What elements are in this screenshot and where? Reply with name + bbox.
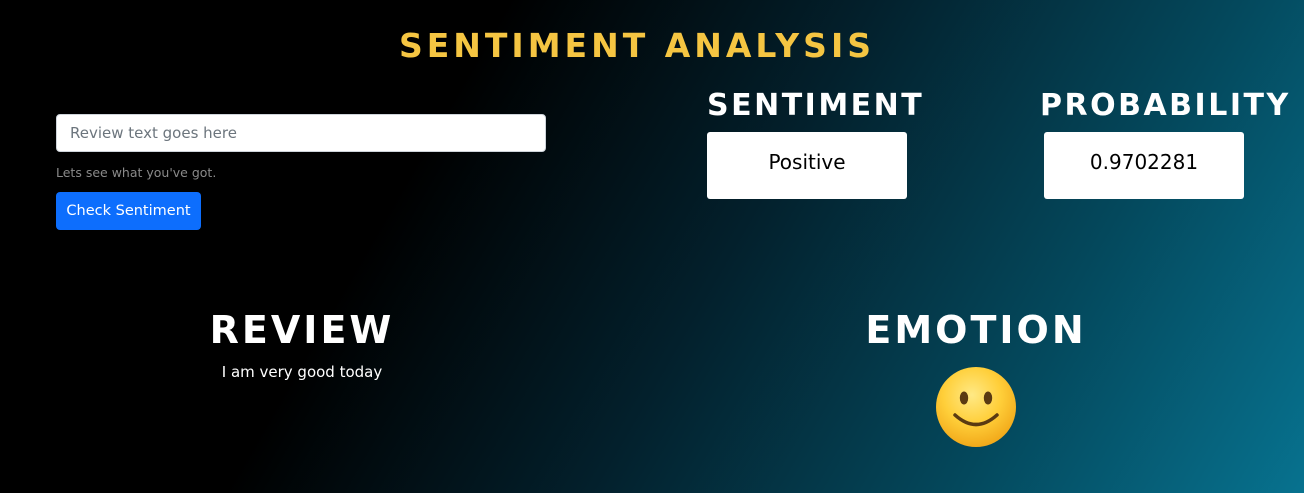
page-title: SENTIMENT ANALYSIS xyxy=(398,26,875,65)
sentiment-value: Positive xyxy=(768,150,846,174)
check-sentiment-button[interactable]: Check Sentiment xyxy=(56,192,201,230)
probability-value-box: 0.9702281 xyxy=(1044,132,1244,199)
sentiment-value-box: Positive xyxy=(707,132,907,199)
review-text: I am very good today xyxy=(221,363,383,381)
emotion-heading: EMOTION xyxy=(865,308,1087,352)
help-text: Lets see what you've got. xyxy=(56,165,217,180)
probability-value: 0.9702281 xyxy=(1089,150,1199,174)
slightly-smiling-face-icon xyxy=(935,366,1017,448)
sentiment-heading: SENTIMENT xyxy=(707,88,925,123)
review-input[interactable] xyxy=(56,114,546,152)
probability-heading: PROBABILITY xyxy=(1040,88,1291,123)
review-heading: REVIEW xyxy=(209,308,395,352)
